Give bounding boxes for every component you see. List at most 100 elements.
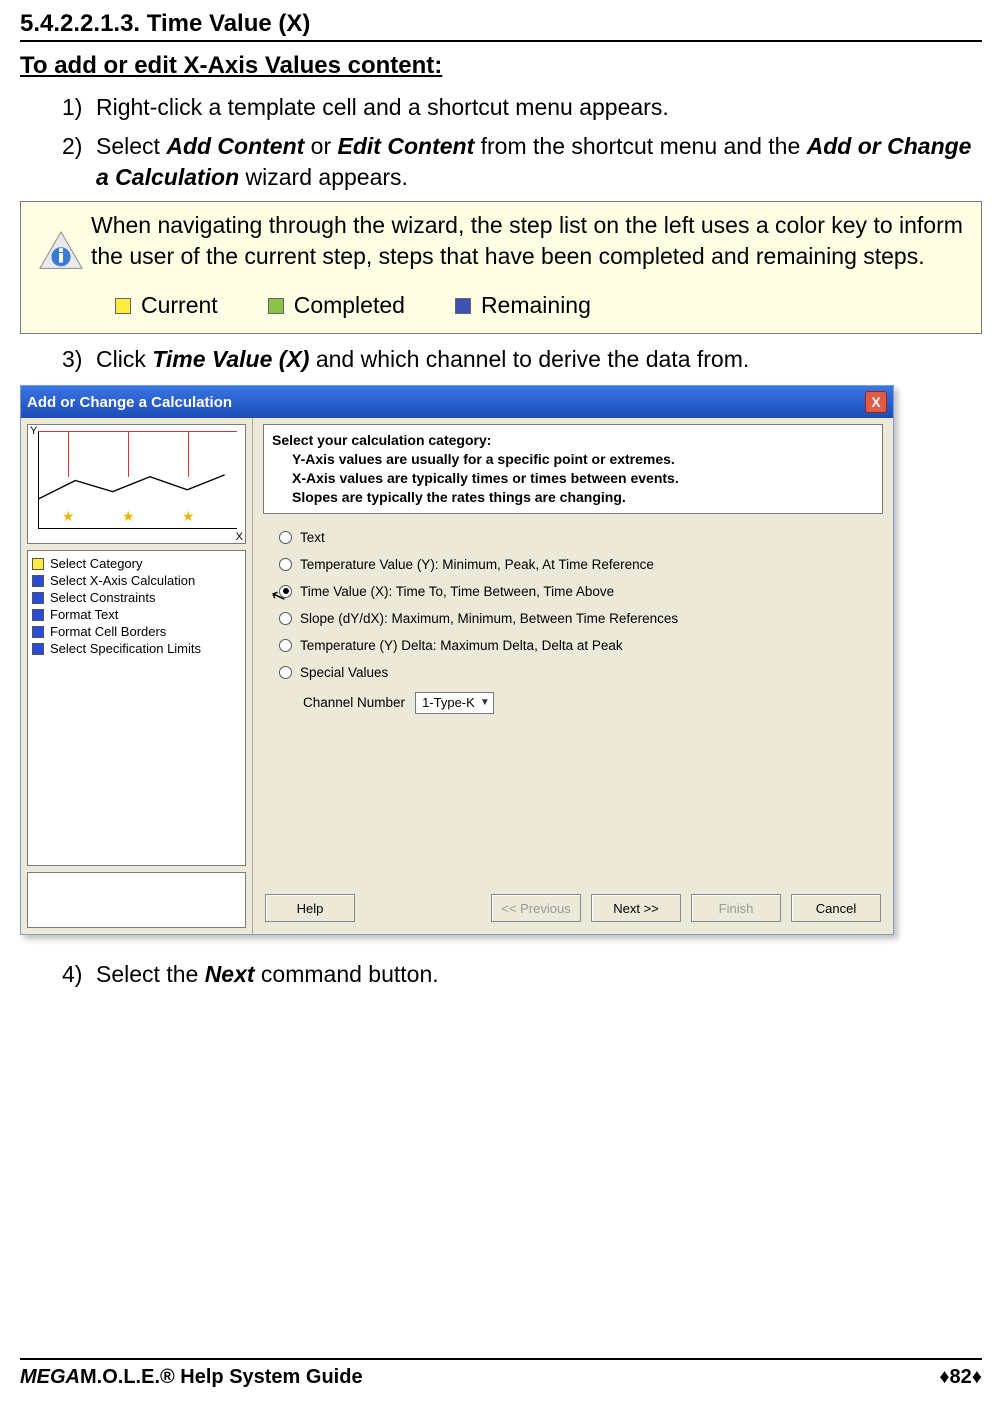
t: Click bbox=[96, 346, 152, 372]
radio-delta[interactable]: Temperature (Y) Delta: Maximum Delta, De… bbox=[279, 638, 883, 653]
step-swatch-icon bbox=[32, 575, 44, 587]
dialog-window: Add or Change a Calculation X Y X bbox=[20, 385, 894, 935]
legend-current: Current bbox=[115, 290, 218, 321]
previous-button: << Previous bbox=[491, 894, 581, 922]
radio-label: Time Value (X): Time To, Time Between, T… bbox=[300, 584, 614, 599]
list-text: Right-click a template cell and a shortc… bbox=[96, 92, 982, 123]
finish-button: Finish bbox=[691, 894, 781, 922]
step-label: Format Text bbox=[50, 607, 118, 622]
radio-icon bbox=[279, 666, 292, 679]
radio-icon bbox=[279, 531, 292, 544]
close-button[interactable]: X bbox=[865, 391, 887, 413]
footer-title: M.O.L.E.® Help System Guide bbox=[80, 1366, 363, 1388]
list-item: 3) Click Time Value (X) and which channe… bbox=[62, 344, 982, 375]
t: from the shortcut menu and the bbox=[474, 133, 806, 159]
t: Select the bbox=[96, 961, 205, 987]
preview-chart: Y X ★ ★ ★ bbox=[27, 424, 246, 544]
help-button[interactable]: Help bbox=[265, 894, 355, 922]
t-bold: Time Value (X) bbox=[152, 346, 309, 372]
step-swatch-icon bbox=[32, 643, 44, 655]
step-swatch-icon bbox=[32, 626, 44, 638]
axis-x-label: X bbox=[236, 531, 243, 543]
category-header: Select your calculation category: Y-Axis… bbox=[263, 424, 883, 514]
list-item: 4) Select the Next command button. bbox=[62, 959, 982, 990]
sub-header: To add or edit X-Axis Values content: bbox=[20, 52, 982, 80]
cat-h1: Select your calculation category: bbox=[272, 431, 874, 450]
info-icon bbox=[31, 210, 91, 276]
list-item: 2) Select Add Content or Edit Content fr… bbox=[62, 131, 982, 193]
page-number: 82 bbox=[950, 1366, 972, 1388]
description-box bbox=[27, 872, 246, 928]
axis-y-label: Y bbox=[30, 425, 37, 437]
list-item: 1) Right-click a template cell and a sho… bbox=[62, 92, 982, 123]
left-pane: Y X ★ ★ ★ bbox=[21, 418, 253, 934]
note-text: When navigating through the wizard, the … bbox=[91, 210, 971, 272]
t: or bbox=[304, 133, 337, 159]
legend-label: Current bbox=[141, 290, 218, 321]
radio-time-x[interactable]: ↖ Time Value (X): Time To, Time Between,… bbox=[279, 584, 883, 599]
list-number: 4) bbox=[62, 959, 96, 990]
list-text: Select Add Content or Edit Content from … bbox=[96, 131, 982, 193]
step-item: Select Category bbox=[32, 555, 241, 572]
t: Select bbox=[96, 133, 166, 159]
t-bold: Add Content bbox=[166, 133, 304, 159]
swatch-current-icon bbox=[115, 298, 131, 314]
radio-special[interactable]: Special Values bbox=[279, 665, 883, 680]
list-text: Click Time Value (X) and which channel t… bbox=[96, 344, 982, 375]
radio-icon bbox=[279, 558, 292, 571]
t: command button. bbox=[255, 961, 439, 987]
swatch-remaining-icon bbox=[455, 298, 471, 314]
cat-h2: Y-Axis values are usually for a specific… bbox=[272, 450, 874, 469]
section-number: 5.4.2.2.1.3. Time Value (X) bbox=[20, 10, 310, 37]
titlebar: Add or Change a Calculation X bbox=[21, 386, 893, 418]
radio-label: Special Values bbox=[300, 665, 388, 680]
next-button[interactable]: Next >> bbox=[591, 894, 681, 922]
list-number: 2) bbox=[62, 131, 96, 193]
radio-label: Temperature (Y) Delta: Maximum Delta, De… bbox=[300, 638, 623, 653]
t: and which channel to derive the data fro… bbox=[309, 346, 749, 372]
radio-label: Slope (dY/dX): Maximum, Minimum, Between… bbox=[300, 611, 678, 626]
footer-right: ♦82♦ bbox=[939, 1366, 982, 1389]
radio-label: Text bbox=[300, 530, 325, 545]
swatch-completed-icon bbox=[268, 298, 284, 314]
list-text: Select the Next command button. bbox=[96, 959, 982, 990]
step-item: Format Text bbox=[32, 606, 241, 623]
radio-temp-y[interactable]: Temperature Value (Y): Minimum, Peak, At… bbox=[279, 557, 883, 572]
step-item: Select Constraints bbox=[32, 589, 241, 606]
step-swatch-icon bbox=[32, 592, 44, 604]
step-label: Format Cell Borders bbox=[50, 624, 166, 639]
list-number: 3) bbox=[62, 344, 96, 375]
legend-completed: Completed bbox=[268, 290, 405, 321]
radio-slope[interactable]: Slope (dY/dX): Maximum, Minimum, Between… bbox=[279, 611, 883, 626]
cat-h3: X-Axis values are typically times or tim… bbox=[272, 469, 874, 488]
t-bold: Next bbox=[205, 961, 255, 987]
note-box: When navigating through the wizard, the … bbox=[20, 201, 982, 334]
section-header: 5.4.2.2.1.3. Time Value (X) bbox=[20, 10, 982, 42]
dialog-title: Add or Change a Calculation bbox=[27, 394, 232, 411]
step-label: Select X-Axis Calculation bbox=[50, 573, 195, 588]
channel-combo[interactable]: 1-Type-K bbox=[415, 692, 494, 714]
step-label: Select Specification Limits bbox=[50, 641, 201, 656]
radio-text[interactable]: Text bbox=[279, 530, 883, 545]
diamond-icon: ♦ bbox=[972, 1366, 982, 1388]
step-swatch-icon bbox=[32, 609, 44, 621]
radio-label: Temperature Value (Y): Minimum, Peak, At… bbox=[300, 557, 654, 572]
star-icon: ★ bbox=[62, 508, 75, 525]
t-bold: Edit Content bbox=[338, 133, 475, 159]
footer-brand: MEGA bbox=[20, 1366, 80, 1388]
t: wizard appears. bbox=[239, 164, 408, 190]
radio-icon bbox=[279, 585, 292, 598]
star-icon: ★ bbox=[122, 508, 135, 525]
legend-label: Completed bbox=[294, 290, 405, 321]
radio-icon bbox=[279, 612, 292, 625]
cancel-button[interactable]: Cancel bbox=[791, 894, 881, 922]
legend-remaining: Remaining bbox=[455, 290, 591, 321]
list-number: 1) bbox=[62, 92, 96, 123]
step-item: Select Specification Limits bbox=[32, 640, 241, 657]
page-footer: MEGAM.O.L.E.® Help System Guide ♦82♦ bbox=[20, 1358, 982, 1389]
star-icon: ★ bbox=[182, 508, 195, 525]
legend-label: Remaining bbox=[481, 290, 591, 321]
steps-list: Select Category Select X-Axis Calculatio… bbox=[27, 550, 246, 866]
step-swatch-icon bbox=[32, 558, 44, 570]
step-label: Select Category bbox=[50, 556, 143, 571]
